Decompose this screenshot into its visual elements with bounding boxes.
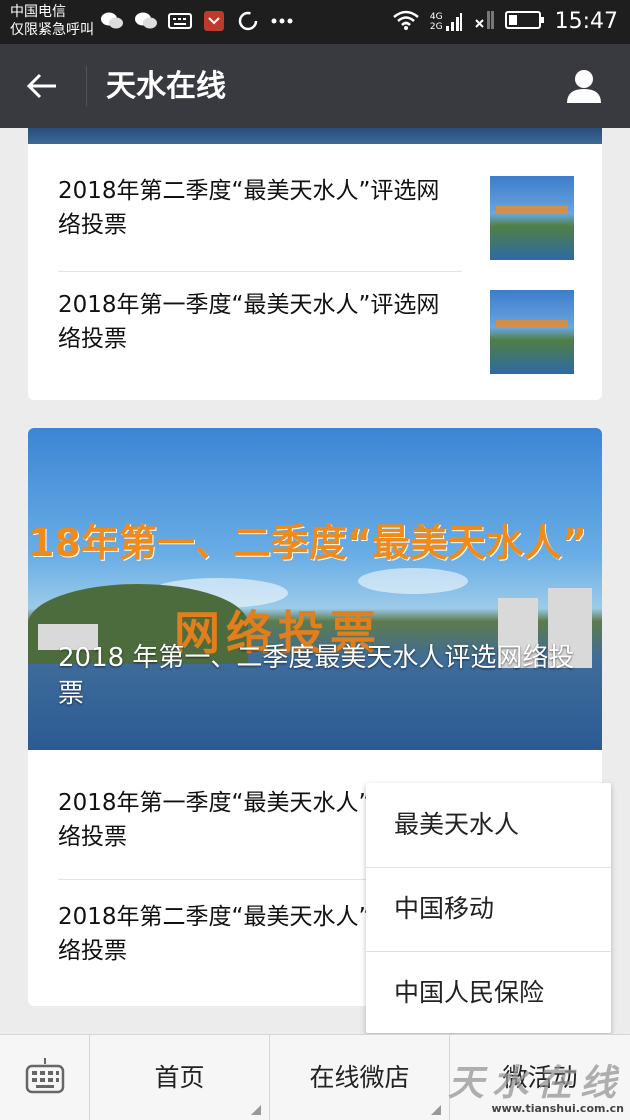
status-bar: 中国电信 仅限紧急呼叫 4G 2G 15:47 — [0, 0, 630, 44]
submenu-indicator-icon — [431, 1105, 441, 1115]
keyboard-toggle-button[interactable] — [0, 1035, 90, 1120]
clock: 15:47 — [554, 9, 618, 34]
hero-article[interactable]: 18年第一、二季度“最美天水人” 网络投票 2018 年第一、二季度最美天水人评… — [28, 428, 602, 750]
profile-button[interactable] — [562, 64, 606, 108]
cloud-shape — [358, 568, 468, 594]
menu-tab-shop[interactable]: 在线微店 — [270, 1035, 450, 1120]
battery-icon — [504, 10, 545, 34]
article-card: 2018年第二季度“最美天水人”评选网络投票 2018年第一季度“最美天水人”评… — [28, 128, 602, 400]
submenu-item[interactable]: 中国人民保险 — [366, 951, 611, 1035]
keyboard-icon — [168, 10, 192, 32]
status-indicators: 4G 2G 15:47 — [392, 8, 618, 36]
wechat-official-account-page: 中国电信 仅限紧急呼叫 4G 2G 15:47 天水在线 2018年第二季度“最… — [0, 0, 630, 1120]
wechat-icon — [100, 10, 124, 32]
hero-banner-text: 18年第一、二季度“最美天水人” — [28, 521, 587, 565]
title-bar: 天水在线 — [0, 44, 630, 128]
title-divider — [86, 66, 87, 106]
menu-tab-label: 首页 — [154, 1063, 205, 1092]
submenu-item[interactable]: 最美天水人 — [366, 783, 611, 867]
signal-no-sim-icon — [473, 10, 495, 34]
wechat-icon — [134, 10, 158, 32]
menu-tab-label: 微活动 — [502, 1063, 578, 1092]
carrier-note: 仅限紧急呼叫 — [10, 22, 94, 38]
network-label-2: 2G — [429, 22, 443, 32]
keyboard-icon — [25, 1058, 64, 1094]
bottom-menu-bar: 首页 在线微店 微活动 天水在线 www.tianshui.com.cn — [0, 1034, 630, 1120]
carrier-info: 中国电信 仅限紧急呼叫 — [10, 3, 94, 39]
wifi-icon — [392, 9, 420, 35]
submenu-item[interactable]: 中国移动 — [366, 867, 611, 951]
sync-icon — [236, 10, 260, 32]
article-item[interactable]: 2018年第一季度“最美天水人”评选网络投票 — [58, 288, 574, 400]
app-notification-icon — [202, 10, 226, 32]
article-item[interactable]: 2018年第二季度“最美天水人”评选网络投票 — [58, 174, 574, 286]
network-label: 4G — [429, 12, 443, 22]
page-title: 天水在线 — [106, 69, 226, 104]
submenu-indicator-icon — [251, 1105, 261, 1115]
carrier-name: 中国电信 — [10, 4, 66, 20]
back-arrow-icon — [26, 73, 56, 99]
notification-icons — [100, 10, 294, 32]
submenu-popup: 最美天水人 中国移动 中国人民保险 — [366, 783, 611, 1033]
article-thumbnail — [490, 290, 574, 374]
row-divider — [58, 271, 462, 272]
article-thumbnail — [490, 176, 574, 260]
hero-caption: 2018 年第一、二季度最美天水人评选网络投票 — [58, 643, 575, 709]
article-title: 2018年第二季度“最美天水人”评选网络投票 — [58, 178, 440, 238]
more-icon — [270, 10, 294, 32]
menu-tab-activities[interactable]: 微活动 — [450, 1035, 630, 1120]
signal-4g-icon: 4G 2G — [430, 12, 463, 32]
back-button[interactable] — [20, 66, 64, 106]
person-icon — [567, 70, 601, 103]
article-title: 2018年第一季度“最美天水人”评选网络投票 — [58, 292, 440, 352]
menu-tab-home[interactable]: 首页 — [90, 1035, 270, 1120]
hero-image-edge — [28, 128, 602, 144]
menu-tab-label: 在线微店 — [309, 1063, 410, 1092]
